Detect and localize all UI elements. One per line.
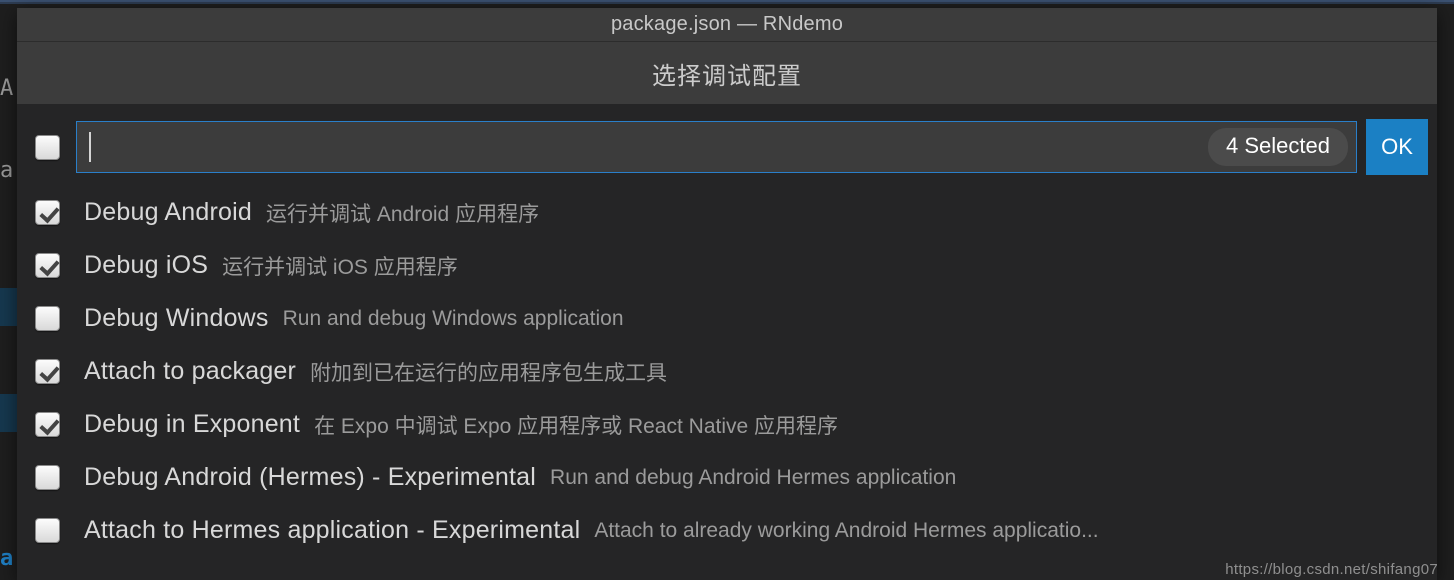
select-all-checkbox[interactable]	[35, 134, 60, 160]
dialog-header: 选择调试配置	[17, 42, 1437, 104]
option-label: Debug Windows	[84, 304, 269, 332]
window-title: package.json — RNdemo	[610, 13, 844, 35]
screen-root: Aa a package.json — RNdemo 选择调试配置 4 Selec…	[0, 0, 1454, 580]
option-checkbox[interactable]	[35, 412, 60, 437]
option-label: Debug Android	[84, 198, 253, 226]
option-description: Run and debug Android Hermes application	[550, 465, 957, 489]
option-list: Debug Android 运行并调试 Android 应用程序 Debug iOS…	[17, 186, 1437, 557]
option-description: 运行并调试 Android 应用程序	[266, 202, 540, 226]
option-description: 在 Expo 中调试 Expo 应用程序或 React Native 应用程序	[314, 414, 839, 438]
option-label: Attach to packager	[84, 357, 297, 385]
selected-count-badge: 4 Selected	[1208, 128, 1348, 166]
option-row[interactable]: Debug Android (Hermes) - Experimental Run…	[17, 451, 1437, 504]
option-label: Debug iOS	[84, 251, 209, 279]
window-top-accent-line	[0, 0, 1454, 4]
option-checkbox[interactable]	[35, 518, 60, 543]
option-checkbox[interactable]	[35, 306, 60, 331]
ok-button[interactable]: OK	[1366, 119, 1428, 175]
option-label: Attach to Hermes application - Experimen…	[84, 516, 581, 544]
window-titlebar: package.json — RNdemo	[17, 8, 1437, 42]
option-label: Debug in Exponent	[84, 410, 301, 438]
search-row: 4 Selected OK	[17, 116, 1437, 178]
quick-pick-dialog: package.json — RNdemo 选择调试配置 4 Selected …	[17, 8, 1437, 580]
watermark: https://blog.csdn.net/shifang07	[1225, 561, 1438, 578]
background-glyph: A	[0, 76, 14, 101]
dialog-heading: 选择调试配置	[652, 62, 802, 90]
option-description: Run and debug Windows application	[282, 306, 624, 330]
option-row[interactable]: Debug Android 运行并调试 Android 应用程序	[17, 186, 1437, 239]
dialog-body: 4 Selected OK Debug Android 运行并调试 Android…	[17, 104, 1437, 580]
option-row[interactable]: Attach to packager 附加到已在运行的应用程序包生成工具	[17, 345, 1437, 398]
background-glyph: a	[0, 546, 14, 571]
search-input-wrapper[interactable]: 4 Selected	[76, 121, 1357, 173]
option-label: Debug Android (Hermes) - Experimental	[84, 463, 537, 491]
option-checkbox[interactable]	[35, 200, 60, 225]
option-row[interactable]: Debug in Exponent 在 Expo 中调试 Expo 应用程序或 R…	[17, 398, 1437, 451]
option-description: Attach to already working Android Hermes…	[594, 518, 1099, 542]
option-checkbox[interactable]	[35, 253, 60, 278]
option-description: 运行并调试 iOS 应用程序	[222, 255, 458, 279]
option-row[interactable]: Attach to Hermes application - Experimen…	[17, 504, 1437, 557]
option-description: 附加到已在运行的应用程序包生成工具	[310, 361, 668, 385]
text-caret	[89, 132, 91, 162]
background-glyph: a	[0, 158, 14, 183]
option-checkbox[interactable]	[35, 465, 60, 490]
option-checkbox[interactable]	[35, 359, 60, 384]
option-row[interactable]: Debug Windows Run and debug Windows appli…	[17, 292, 1437, 345]
option-row[interactable]: Debug iOS 运行并调试 iOS 应用程序	[17, 239, 1437, 292]
